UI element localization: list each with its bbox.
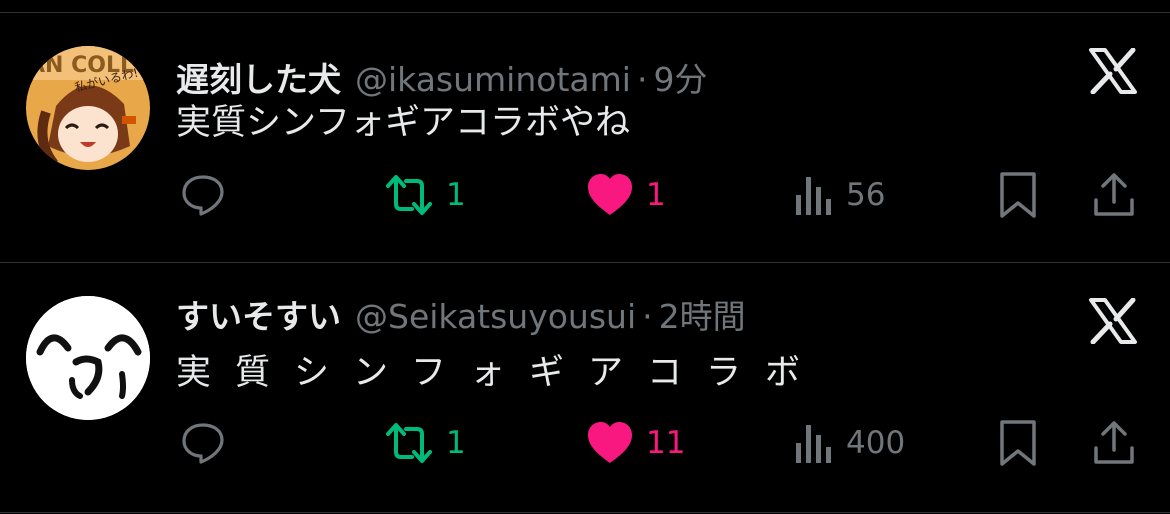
retweet-count: 1 xyxy=(446,425,466,461)
view-count: 400 xyxy=(846,425,906,461)
display-name[interactable]: すいそすい xyxy=(176,297,341,336)
display-name[interactable]: 遅刻した犬 xyxy=(176,60,341,99)
like-count: 1 xyxy=(646,177,666,213)
views-icon xyxy=(796,425,831,463)
bookmark-button[interactable] xyxy=(998,171,1038,219)
view-count: 56 xyxy=(846,177,886,213)
timestamp[interactable]: 2時間 xyxy=(659,297,746,336)
separator-dot: · xyxy=(642,297,653,336)
x-logo-icon[interactable] xyxy=(1088,297,1138,345)
tweet-2[interactable]: すいそすい @Seikatsuyousui · 2時間 実質シンフォギアコラボ 1 1… xyxy=(0,263,1170,513)
x-logo-icon[interactable] xyxy=(1088,47,1138,95)
retweet-icon xyxy=(386,175,432,215)
views-button[interactable]: 56 xyxy=(794,171,885,219)
share-icon xyxy=(1094,173,1134,216)
reply-icon xyxy=(182,175,224,216)
avatar-image xyxy=(26,296,150,420)
like-count: 11 xyxy=(646,425,686,461)
views-icon xyxy=(796,177,831,215)
tweet-1[interactable]: AN COLL 私がいるわ! 遅刻した犬 @ikasuminotami · 9分 実質… xyxy=(0,13,1170,263)
user-handle[interactable]: @ikasuminotami xyxy=(355,60,631,99)
tweet-header: すいそすい @Seikatsuyousui · 2時間 xyxy=(176,295,746,339)
like-button[interactable]: 1 xyxy=(586,171,666,219)
views-button[interactable]: 400 xyxy=(794,419,905,467)
share-icon xyxy=(1094,421,1134,464)
reply-icon xyxy=(182,423,224,464)
like-icon xyxy=(588,422,632,463)
share-button[interactable] xyxy=(1092,419,1136,467)
timestamp[interactable]: 9分 xyxy=(653,60,707,99)
reply-button[interactable] xyxy=(180,171,226,219)
retweet-count: 1 xyxy=(446,177,466,213)
avatar[interactable] xyxy=(26,296,150,420)
separator-dot: · xyxy=(636,60,648,99)
avatar[interactable]: AN COLL 私がいるわ! xyxy=(26,46,150,170)
avatar-image: AN COLL 私がいるわ! xyxy=(26,46,150,170)
tweet-text: 実質シンフォギアコラボ xyxy=(176,353,824,393)
retweet-button[interactable]: 1 xyxy=(384,419,466,467)
user-handle[interactable]: @Seikatsuyousui xyxy=(355,297,636,336)
retweet-button[interactable]: 1 xyxy=(384,171,466,219)
bookmark-icon xyxy=(1000,420,1036,466)
reply-button[interactable] xyxy=(180,419,226,467)
tweet-text: 実質シンフォギアコラボやね xyxy=(176,103,630,143)
tweet-header: 遅刻した犬 @ikasuminotami · 9分 xyxy=(176,58,707,102)
share-button[interactable] xyxy=(1092,171,1136,219)
like-button[interactable]: 11 xyxy=(586,419,685,467)
bookmark-button[interactable] xyxy=(998,419,1038,467)
retweet-icon xyxy=(386,423,432,463)
like-icon xyxy=(588,174,632,215)
bookmark-icon xyxy=(1000,172,1036,218)
